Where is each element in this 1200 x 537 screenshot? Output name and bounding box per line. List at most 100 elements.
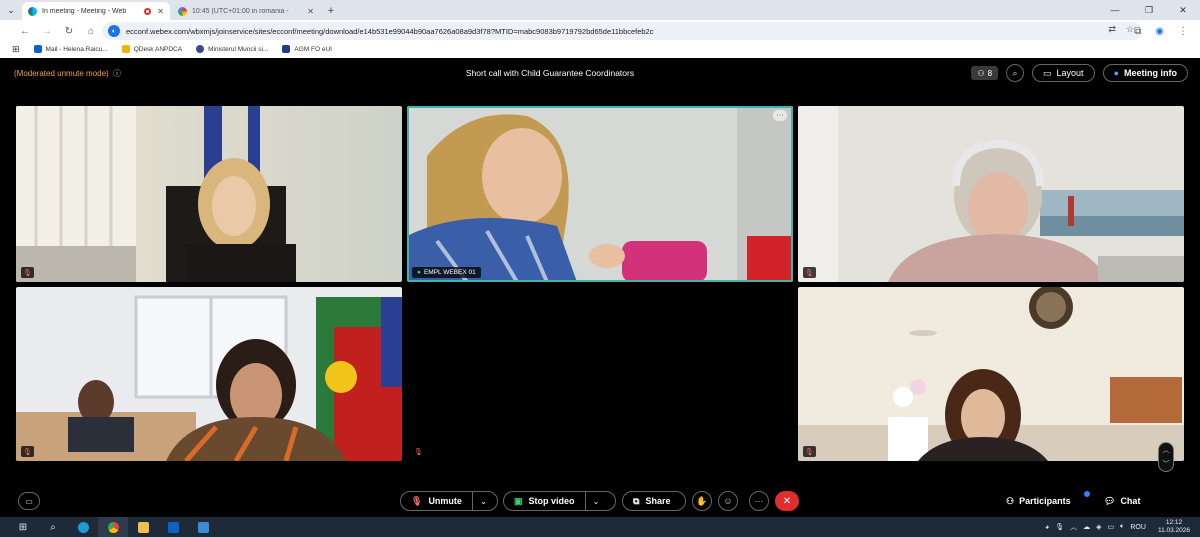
- recording-indicator-icon: [144, 7, 152, 15]
- video-tile-2-active-speaker[interactable]: ● EMPL WEBEX 01 ···: [407, 106, 793, 282]
- tile-page-scroller[interactable]: ︿ ﹀: [1158, 442, 1174, 472]
- windows-start-icon[interactable]: ⊞: [8, 517, 38, 537]
- layout-button[interactable]: ▭ Layout: [1032, 64, 1095, 82]
- window-controls: — ❐ ✕: [1098, 0, 1200, 20]
- search-icon[interactable]: ⌕: [38, 517, 68, 537]
- translate-icon[interactable]: ⇄: [1108, 24, 1116, 35]
- input-language[interactable]: ROU: [1130, 524, 1146, 531]
- chat-button[interactable]: 💬︎ Chat: [1104, 493, 1140, 509]
- video-tile-3[interactable]: 🎙︎: [798, 106, 1184, 282]
- leave-meeting-button[interactable]: ✕: [775, 491, 799, 511]
- star-icon[interactable]: ☆: [1126, 24, 1134, 35]
- mic-off-icon: 🎙︎: [411, 495, 423, 506]
- windows-taskbar: ⊞ ⌕ ◕ 🎙︎ ︿ ☁ ◈ ▭ 🔈︎ ROU 12:12 11.03.2026: [0, 517, 1200, 537]
- google-favicon-icon: [178, 6, 187, 16]
- clock[interactable]: 12:12 11.03.2026: [1158, 519, 1190, 535]
- site-info-icon[interactable]: ◐: [108, 25, 120, 37]
- close-window-icon[interactable]: ✕: [1166, 0, 1200, 20]
- url-text: ecconf.webex.com/wbxmjs/joinservice/site…: [126, 26, 654, 36]
- mic-off-icon: 🎙︎: [21, 446, 34, 457]
- search-zoom-icon[interactable]: ⌕: [1006, 64, 1025, 82]
- browser-toolbar: ← → ↻ ⌂ ◐ ecconf.webex.com/wbxmjs/joinse…: [0, 20, 1200, 42]
- captions-icon[interactable]: ▭: [18, 492, 40, 510]
- restore-icon[interactable]: ❐: [1132, 0, 1166, 20]
- meeting-header: (Moderated unmute mode) ⓘ Short call wit…: [0, 58, 1200, 88]
- back-icon[interactable]: ←: [14, 21, 36, 41]
- system-tray: ◕ 🎙︎ ︿ ☁ ◈ ▭ 🔈︎ ROU 12:12 11.03.2026: [1045, 517, 1190, 537]
- bookmark-label: QDesk ANPDCA: [133, 45, 183, 53]
- mic-off-icon: 🎙︎: [412, 446, 425, 457]
- more-icon[interactable]: ···: [749, 491, 769, 511]
- tab-search-icon[interactable]: ⌄: [0, 0, 22, 20]
- mic-off-icon: 🎙︎: [803, 446, 816, 457]
- speaker-name: EMPL WEBEX 01: [423, 269, 476, 276]
- file-explorer-icon[interactable]: [128, 517, 158, 537]
- chevron-up-icon[interactable]: ︿: [1163, 445, 1170, 455]
- raise-hand-icon[interactable]: ✋: [692, 491, 712, 511]
- edge-icon[interactable]: [68, 517, 98, 537]
- participant-video: [798, 287, 1184, 461]
- tab-webex-meeting[interactable]: In meeting - Meeting - Web ✕: [22, 2, 170, 20]
- profile-icon[interactable]: ◉: [1155, 26, 1164, 37]
- mic-tray-icon[interactable]: 🎙︎: [1055, 523, 1064, 531]
- participant-count: 8: [987, 68, 993, 78]
- reactions-icon[interactable]: ☺: [718, 491, 738, 511]
- leave-icon: ✕: [782, 495, 792, 507]
- network-icon[interactable]: ▭: [1108, 523, 1115, 531]
- video-tile-6[interactable]: 🎙︎: [798, 287, 1184, 461]
- people-icon: ⚇: [977, 68, 985, 78]
- qdesk-icon: [121, 45, 130, 53]
- volume-icon[interactable]: 🔈︎: [1120, 523, 1124, 531]
- bookmarks-bar: ⊞ Mail - Helena.Raicu... QDesk ANPDCA Mi…: [0, 42, 1200, 56]
- bookmark-mail[interactable]: Mail - Helena.Raicu...: [33, 45, 108, 53]
- cloud-icon[interactable]: ☁: [1083, 523, 1090, 531]
- menu-icon[interactable]: ⋮: [1178, 26, 1188, 37]
- mic-on-icon: ●: [417, 269, 421, 276]
- stop-video-label: Stop video: [528, 496, 575, 506]
- bookmark-agm[interactable]: AGM FO eUI: [282, 45, 332, 53]
- shield-tray-icon[interactable]: ◈: [1096, 523, 1101, 531]
- webex-taskbar-icon[interactable]: [188, 517, 218, 537]
- share-button[interactable]: ⧉ Share: [622, 491, 686, 511]
- participants-button[interactable]: ⚇ Participants: [1006, 493, 1071, 509]
- close-icon[interactable]: ✕: [307, 7, 314, 16]
- stop-video-button[interactable]: ▣ Stop video: [504, 492, 585, 510]
- browser-actions: ⧉ ◉ ⋮: [1134, 22, 1188, 40]
- webex-favicon-icon: [28, 6, 37, 16]
- new-tab-button[interactable]: +: [322, 2, 340, 20]
- browser-tab-bar: ⌄ In meeting - Meeting - Web ✕ 10:45 (UT…: [0, 0, 1200, 20]
- more-icon[interactable]: ···: [773, 110, 787, 121]
- video-tile-4[interactable]: 🎙︎: [16, 287, 402, 461]
- weather-icon[interactable]: ◕: [1045, 524, 1049, 531]
- apps-icon[interactable]: ⊞: [12, 44, 20, 55]
- audio-options-chevron-icon[interactable]: ⌄: [471, 492, 494, 510]
- minimize-icon[interactable]: —: [1098, 0, 1132, 20]
- chevron-down-icon[interactable]: ﹀: [1163, 459, 1170, 469]
- participants-label: Participants: [1019, 496, 1071, 506]
- video-tile-1[interactable]: 🎙︎: [16, 106, 402, 282]
- bookmark-ministerul[interactable]: Ministerul Muncii si...: [196, 45, 268, 53]
- bookmark-qdesk[interactable]: QDesk ANPDCA: [121, 45, 183, 53]
- unmute-button[interactable]: 🎙︎ Unmute: [401, 492, 472, 510]
- tab-google-search[interactable]: 10:45 (UTC+01:00 in romania - ✕: [172, 2, 320, 20]
- video-options-chevron-icon[interactable]: ⌄: [584, 492, 607, 510]
- unmute-label: Unmute: [428, 496, 462, 506]
- home-icon[interactable]: ⌂: [80, 21, 102, 41]
- share-icon: ⧉: [633, 495, 640, 506]
- chrome-icon[interactable]: [98, 517, 128, 537]
- participant-count-badge[interactable]: ⚇ 8: [971, 66, 999, 80]
- meeting-header-actions: ⚇ 8 ⌕ ▭ Layout ● Meeting info: [971, 64, 1188, 82]
- outlook-taskbar-icon[interactable]: [158, 517, 188, 537]
- meeting-info-button[interactable]: ● Meeting info: [1102, 64, 1188, 82]
- chevron-up-icon[interactable]: ︿: [1070, 522, 1077, 532]
- extensions-icon[interactable]: ⧉: [1134, 26, 1141, 37]
- outlook-icon: [33, 45, 42, 53]
- participant-video: [407, 106, 793, 282]
- video-tile-5-camera-off[interactable]: 🎙︎: [407, 287, 793, 461]
- participants-icon: ⚇: [1006, 495, 1015, 506]
- mic-off-icon: 🎙︎: [21, 267, 34, 278]
- address-bar[interactable]: ◐ ecconf.webex.com/wbxmjs/joinservice/si…: [102, 22, 1142, 40]
- reload-icon[interactable]: ↻: [58, 21, 80, 41]
- forward-icon[interactable]: →: [36, 21, 58, 41]
- close-icon[interactable]: ✕: [157, 7, 164, 16]
